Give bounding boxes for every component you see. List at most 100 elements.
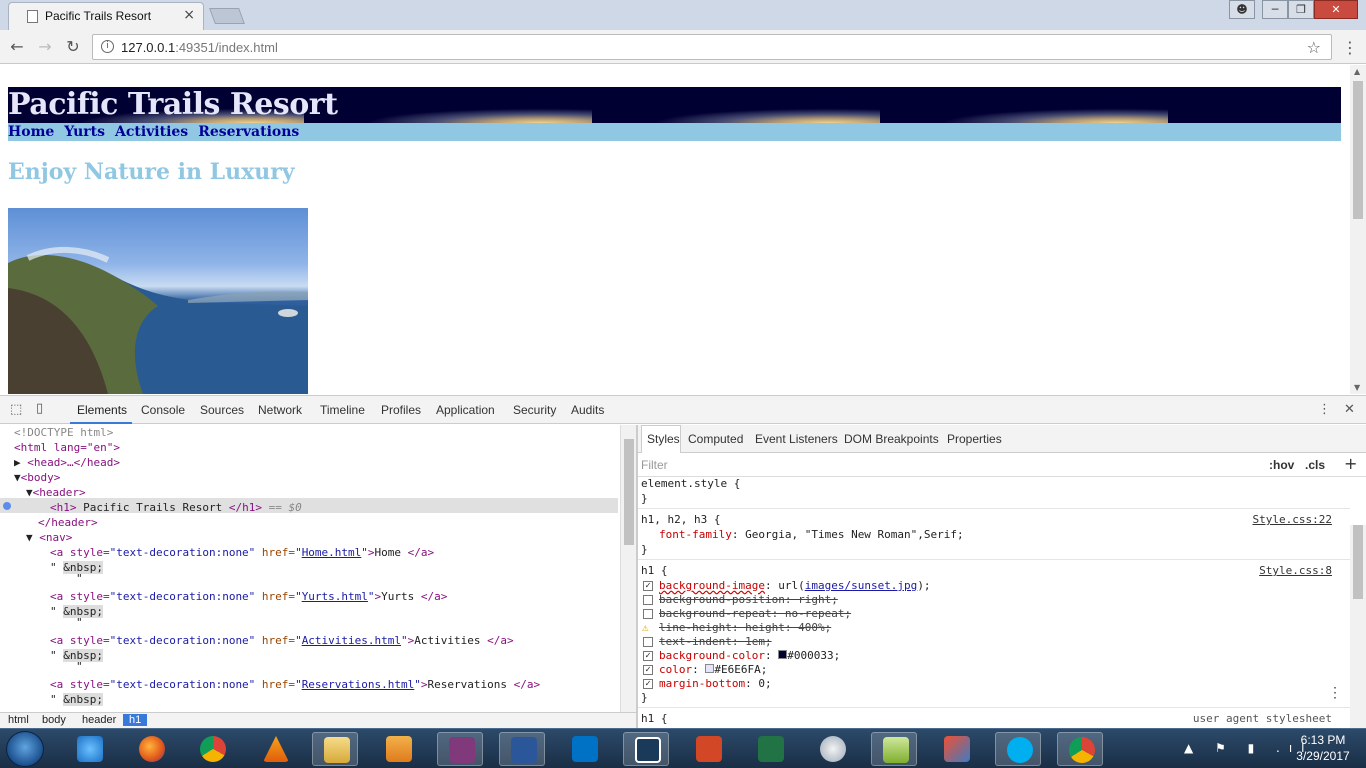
nav-link-home[interactable]: Home: [8, 124, 54, 140]
dom-a-yurts[interactable]: <a style="text-decoration:none" href="Yu…: [50, 589, 447, 604]
taskbar-word-icon[interactable]: [499, 732, 545, 766]
taskbar-outlook-icon[interactable]: [561, 732, 607, 766]
tab-properties[interactable]: Properties: [947, 432, 1002, 446]
dom-nbsp-text[interactable]: " &nbsp;: [50, 692, 103, 707]
decl-checkbox-unchecked[interactable]: [643, 595, 653, 605]
minimize-button[interactable]: ─: [1262, 0, 1288, 19]
back-arrow-icon[interactable]: ←: [6, 36, 28, 58]
decl-checkbox-checked[interactable]: ✓: [643, 651, 653, 661]
tab-network[interactable]: Network: [258, 403, 302, 417]
styles-scrollbar-thumb[interactable]: [1353, 525, 1363, 599]
browser-menu-icon[interactable]: ⋮: [1342, 38, 1358, 57]
tab-close-icon[interactable]: ×: [183, 7, 195, 23]
nav-link-activities[interactable]: Activities: [115, 124, 188, 140]
rule-source-link[interactable]: Style.css:8: [1259, 564, 1332, 577]
css-decl-text-indent[interactable]: text-indent: 1em;: [659, 635, 772, 649]
reload-icon[interactable]: ↻: [62, 36, 84, 58]
taskbar-ie-icon[interactable]: [66, 732, 112, 766]
taskbar-notepad-plus-icon[interactable]: [871, 732, 917, 766]
taskbar-chrome-icon[interactable]: [189, 732, 235, 766]
crumb-header[interactable]: header: [82, 714, 116, 726]
crumb-body[interactable]: body: [42, 714, 66, 726]
bookmark-star-icon[interactable]: ☆: [1307, 38, 1321, 57]
taskbar-app-icon[interactable]: [623, 732, 669, 766]
inspect-element-icon[interactable]: ⬚: [10, 402, 22, 417]
styles-scrollbar[interactable]: [1350, 525, 1366, 729]
dom-header-row[interactable]: ▼<header>: [26, 485, 86, 500]
scroll-down-icon[interactable]: ▼: [1354, 383, 1360, 392]
decl-checkbox-checked[interactable]: ✓: [643, 665, 653, 675]
rule-h1-h2-h3-selector[interactable]: h1, h2, h3 {: [641, 513, 720, 527]
elements-scrollbar-thumb[interactable]: [624, 439, 634, 545]
dom-a-reservations[interactable]: <a style="text-decoration:none" href="Re…: [50, 677, 540, 692]
devtools-close-icon[interactable]: ✕: [1344, 402, 1355, 417]
window-close-button[interactable]: ✕: [1314, 0, 1358, 19]
rule-menu-icon[interactable]: ⋮: [1328, 685, 1342, 701]
dom-html[interactable]: <html lang="en">: [14, 440, 120, 455]
taskbar-file-explorer-icon[interactable]: [312, 732, 358, 766]
color-swatch-icon[interactable]: [778, 650, 788, 659]
taskbar-firefox-icon[interactable]: [128, 732, 174, 766]
tab-styles[interactable]: Styles: [647, 432, 680, 446]
css-decl-color[interactable]: color: #E6E6FA;: [659, 663, 767, 677]
taskbar-vlc-icon[interactable]: [252, 732, 298, 766]
taskbar-clock[interactable]: 6:13 PM 3/29/2017: [1288, 732, 1358, 764]
styles-filter-input[interactable]: Filter: [641, 458, 668, 472]
browser-tab-active[interactable]: Pacific Trails Resort ×: [8, 2, 204, 30]
rule-ua-h1-selector[interactable]: h1 {: [641, 712, 668, 726]
tab-computed[interactable]: Computed: [688, 432, 743, 446]
hover-state-toggle[interactable]: :hov: [1269, 458, 1294, 472]
user-profile-icon[interactable]: ☻: [1229, 0, 1255, 19]
address-bar[interactable]: i 127.0.0.1:49351/index.html ☆: [92, 34, 1332, 60]
decl-checkbox-unchecked[interactable]: [643, 609, 653, 619]
rule-source-link[interactable]: Style.css:22: [1253, 513, 1332, 526]
taskbar-onenote-icon[interactable]: [437, 732, 483, 766]
class-toggle[interactable]: .cls: [1305, 458, 1325, 472]
scroll-up-icon[interactable]: ▲: [1354, 67, 1360, 76]
taskbar-excel-icon[interactable]: [747, 732, 793, 766]
collapse-triangle-icon[interactable]: ▼: [14, 471, 21, 484]
dom-body-row[interactable]: ▼<body>: [14, 470, 60, 485]
new-tab-button[interactable]: [209, 8, 245, 24]
css-decl-background-repeat[interactable]: background-repeat: no-repeat;: [659, 607, 851, 621]
nav-link-yurts[interactable]: Yurts: [64, 124, 105, 140]
crumb-html[interactable]: html: [8, 714, 29, 726]
start-button[interactable]: [6, 731, 44, 767]
dom-header-close[interactable]: </header>: [38, 515, 98, 530]
new-rule-plus-icon[interactable]: +: [1344, 454, 1357, 473]
dom-nav-row[interactable]: ▼ <nav>: [26, 530, 72, 545]
device-toolbar-icon[interactable]: ▯: [36, 401, 43, 416]
crumb-h1[interactable]: h1: [123, 714, 148, 726]
decl-checkbox-checked[interactable]: ✓: [643, 679, 653, 689]
dom-a-home[interactable]: <a style="text-decoration:none" href="Ho…: [50, 545, 434, 560]
tab-dom-breakpoints[interactable]: DOM Breakpoints: [844, 432, 939, 446]
maximize-button[interactable]: ❐: [1288, 0, 1314, 19]
css-decl-margin-bottom[interactable]: margin-bottom: 0;: [659, 677, 772, 691]
nav-link-reservations[interactable]: Reservations: [198, 124, 299, 140]
css-decl-background-color[interactable]: background-color: #000033;: [659, 649, 840, 663]
tab-audits[interactable]: Audits: [571, 403, 604, 417]
collapse-triangle-icon[interactable]: ▼: [26, 531, 33, 544]
taskbar-skype-icon[interactable]: [995, 732, 1041, 766]
taskbar-media-player-icon[interactable]: [375, 732, 421, 766]
tab-event-listeners[interactable]: Event Listeners: [755, 432, 838, 446]
page-scrollbar-thumb[interactable]: [1353, 81, 1363, 219]
dom-a-activities[interactable]: <a style="text-decoration:none" href="Ac…: [50, 633, 514, 648]
devtools-menu-icon[interactable]: ⋮: [1318, 402, 1331, 417]
css-decl-line-height[interactable]: line-height: height: 400%;: [659, 621, 831, 635]
taskbar-chrome-active-icon[interactable]: [1057, 732, 1103, 766]
tab-application[interactable]: Application: [436, 403, 495, 417]
elements-scrollbar[interactable]: [620, 425, 636, 712]
taskbar-git-tool-icon[interactable]: [933, 732, 979, 766]
tab-timeline[interactable]: Timeline: [320, 403, 365, 417]
taskbar-paint-tool-icon[interactable]: [809, 732, 855, 766]
forward-arrow-icon[interactable]: →: [34, 36, 56, 58]
taskbar-powerpoint-icon[interactable]: [685, 732, 731, 766]
css-decl-font-family[interactable]: font-family: Georgia, "Times New Roman",…: [659, 528, 964, 542]
tab-console[interactable]: Console: [141, 403, 185, 417]
expand-triangle-icon[interactable]: ▶: [14, 456, 21, 469]
css-decl-background-image[interactable]: background-image: url(images/sunset.jpg)…: [659, 579, 931, 593]
collapse-triangle-icon[interactable]: ▼: [26, 486, 33, 499]
page-scrollbar[interactable]: ▲ ▼: [1350, 65, 1366, 394]
tab-security[interactable]: Security: [513, 403, 556, 417]
